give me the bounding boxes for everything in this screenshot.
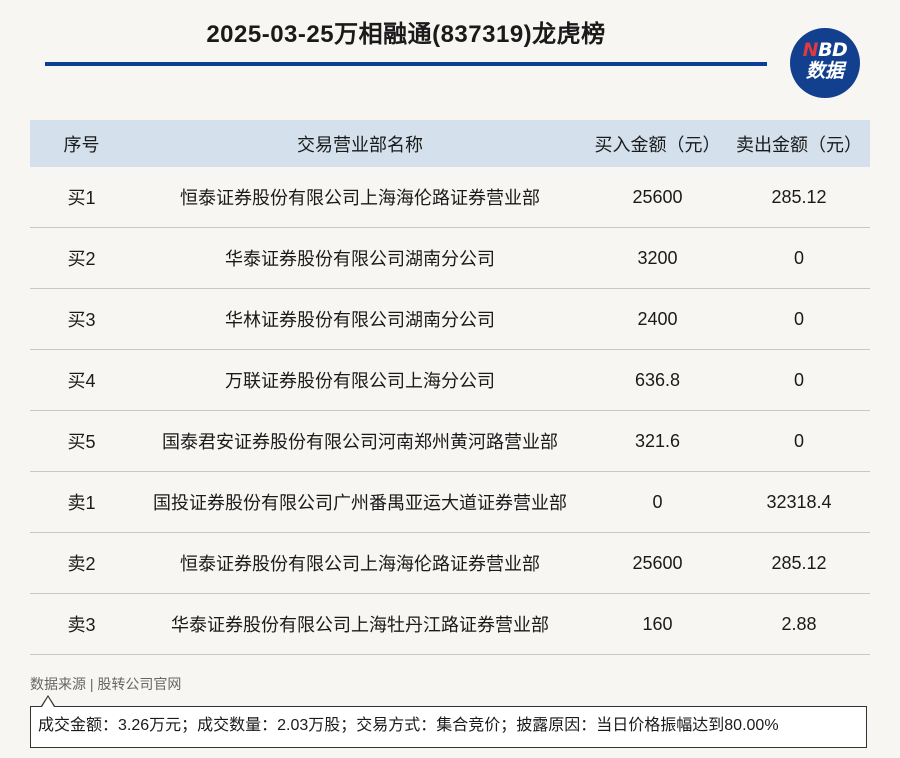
buy-amount-cell: 636.8	[587, 349, 728, 411]
branch-name-cell: 恒泰证券股份有限公司上海海伦路证券营业部	[133, 167, 587, 228]
logo-bd: BD	[818, 39, 848, 61]
table-body: 买1 恒泰证券股份有限公司上海海伦路证券营业部 25600 285.12 买2 …	[30, 167, 870, 655]
rank-cell: 卖2	[30, 532, 133, 594]
rank-cell: 买3	[30, 288, 133, 350]
rank-cell: 卖3	[30, 593, 133, 655]
table-header: 序号 交易营业部名称 买入金额（元） 卖出金额（元）	[30, 120, 870, 167]
logo-n: N	[802, 39, 819, 61]
branch-name-cell: 华泰证券股份有限公司湖南分公司	[133, 227, 587, 289]
trade-summary-note: 成交金额：3.26万元；成交数量：2.03万股；交易方式：集合竞价；披露原因：当…	[30, 706, 867, 748]
rank-cell: 卖1	[30, 471, 133, 533]
data-source-caption: 数据来源 | 股转公司官网	[30, 676, 182, 692]
branch-name-cell: 华泰证券股份有限公司上海牡丹江路证券营业部	[133, 593, 587, 655]
logo-line-1: NBD	[790, 40, 860, 60]
branch-name-cell: 国投证券股份有限公司广州番禺亚运大道证券营业部	[133, 471, 587, 533]
table-row: 买2 华泰证券股份有限公司湖南分公司 3200 0	[30, 227, 870, 289]
sell-amount-cell: 0	[728, 227, 870, 289]
table-row: 卖1 国投证券股份有限公司广州番禺亚运大道证券营业部 0 32318.4	[30, 471, 870, 533]
branch-name-cell: 华林证券股份有限公司湖南分公司	[133, 288, 587, 350]
table-row: 卖2 恒泰证券股份有限公司上海海伦路证券营业部 25600 285.12	[30, 532, 870, 594]
column-header-rank: 序号	[30, 120, 133, 167]
page: 2025-03-25万相融通(837319)龙虎榜 NBD 数据 序号 交易营业…	[0, 0, 900, 758]
buy-amount-cell: 160	[587, 593, 728, 655]
table-row: 买5 国泰君安证券股份有限公司河南郑州黄河路营业部 321.6 0	[30, 410, 870, 472]
branch-name-cell: 万联证券股份有限公司上海分公司	[133, 349, 587, 411]
table-header-row: 序号 交易营业部名称 买入金额（元） 卖出金额（元）	[30, 120, 870, 167]
buy-amount-cell: 0	[587, 471, 728, 533]
buy-amount-cell: 25600	[587, 167, 728, 228]
sell-amount-cell: 285.12	[728, 167, 870, 228]
title-underline	[45, 62, 767, 66]
column-header-buy-amount: 买入金额（元）	[587, 120, 728, 167]
rank-cell: 买2	[30, 227, 133, 289]
column-header-sell-amount: 卖出金额（元）	[728, 120, 870, 167]
rank-cell: 买5	[30, 410, 133, 472]
sell-amount-cell: 32318.4	[728, 471, 870, 533]
column-header-branch-name: 交易营业部名称	[133, 120, 587, 167]
sell-amount-cell: 0	[728, 349, 870, 411]
table-row: 买1 恒泰证券股份有限公司上海海伦路证券营业部 25600 285.12	[30, 167, 870, 228]
sell-amount-cell: 2.88	[728, 593, 870, 655]
table-row: 买3 华林证券股份有限公司湖南分公司 2400 0	[30, 288, 870, 350]
sell-amount-cell: 285.12	[728, 532, 870, 594]
dragon-tiger-table: 序号 交易营业部名称 买入金额（元） 卖出金额（元） 买1 恒泰证券股份有限公司…	[30, 120, 870, 655]
branch-name-cell: 恒泰证券股份有限公司上海海伦路证券营业部	[133, 532, 587, 594]
sell-amount-cell: 0	[728, 410, 870, 472]
buy-amount-cell: 321.6	[587, 410, 728, 472]
logo-line-2: 数据	[805, 60, 844, 82]
buy-amount-cell: 25600	[587, 532, 728, 594]
sell-amount-cell: 0	[728, 288, 870, 350]
table-row: 卖3 华泰证券股份有限公司上海牡丹江路证券营业部 160 2.88	[30, 593, 870, 655]
rank-cell: 买4	[30, 349, 133, 411]
table-row: 买4 万联证券股份有限公司上海分公司 636.8 0	[30, 349, 870, 411]
buy-amount-cell: 2400	[587, 288, 728, 350]
page-title: 2025-03-25万相融通(837319)龙虎榜	[206, 21, 606, 48]
nbd-data-logo: NBD 数据	[790, 28, 860, 98]
branch-name-cell: 国泰君安证券股份有限公司河南郑州黄河路营业部	[133, 410, 587, 472]
note-pointer-fill	[42, 697, 54, 707]
rank-cell: 买1	[30, 167, 133, 228]
buy-amount-cell: 3200	[587, 227, 728, 289]
